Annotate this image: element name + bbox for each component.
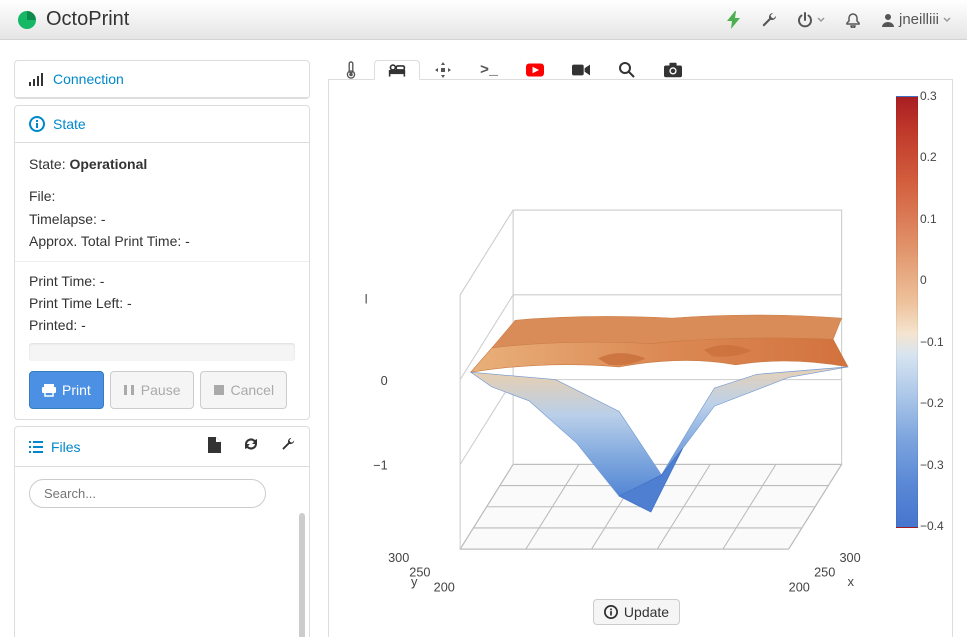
files-heading[interactable]: Files — [15, 427, 309, 467]
pause-icon — [123, 384, 135, 396]
tab-bar: >_ — [328, 60, 953, 80]
colorbar-tick: −0.2 — [920, 396, 944, 410]
sidebar: Connection State State: Operational File… — [14, 60, 310, 637]
colorbar-tick: −0.3 — [920, 458, 944, 472]
power-icon[interactable] — [797, 12, 825, 28]
printtime-value: - — [100, 273, 105, 289]
progress-bar — [29, 343, 295, 361]
tab-terminal[interactable]: >_ — [466, 60, 512, 79]
connection-panel: Connection — [14, 60, 310, 99]
tab-webcam[interactable] — [558, 60, 604, 79]
cancel-button[interactable]: Cancel — [200, 371, 288, 409]
colorbar-tick: −0.1 — [920, 335, 944, 349]
connection-heading[interactable]: Connection — [15, 61, 309, 98]
colorbar-tick: −0.4 — [920, 519, 944, 533]
ytick-150: 150 — [458, 592, 479, 593]
update-button[interactable]: Update — [593, 599, 680, 625]
state-value: Operational — [69, 156, 147, 172]
state-link[interactable]: State — [53, 116, 86, 132]
tab-bed-visualizer[interactable] — [374, 60, 420, 80]
scrollbar[interactable] — [299, 513, 305, 637]
user-icon — [881, 13, 895, 27]
wrench-icon[interactable] — [281, 437, 295, 456]
ylabel-text: y — [411, 574, 418, 589]
tab-gcode-viewer[interactable] — [604, 60, 650, 79]
username: jneilliii — [899, 11, 939, 28]
tab-timelapse[interactable] — [650, 60, 696, 79]
user-menu[interactable]: jneilliii — [881, 11, 951, 28]
ytick-200: 200 — [434, 580, 455, 593]
xtick-200: 200 — [789, 580, 810, 593]
colorbar-tick: 0.3 — [920, 89, 937, 103]
xtick-300: 300 — [839, 550, 860, 565]
print-icon — [42, 383, 56, 397]
pause-button[interactable]: Pause — [110, 371, 194, 409]
files-body — [15, 467, 309, 637]
bell-icon[interactable] — [845, 12, 861, 28]
colorbar-tick: 0.2 — [920, 150, 937, 164]
navbar: OctoPrint jneilliii — [0, 0, 967, 40]
state-panel: State State: Operational File: Timelapse… — [14, 105, 310, 420]
main: >_ — [328, 60, 953, 637]
xtick-250: 250 — [814, 565, 835, 580]
z-tick-neg1: −1 — [373, 458, 387, 473]
tab-control[interactable] — [420, 60, 466, 79]
chart-area: 0 −1 l 300 250 200 150 150 x 300 250 200 — [328, 80, 953, 637]
xtick-150: 150 — [763, 590, 784, 593]
file-icon[interactable] — [208, 437, 221, 456]
printleft-value: - — [127, 295, 132, 311]
search-input[interactable] — [29, 479, 266, 508]
approx-value: - — [185, 233, 190, 249]
colorbar: 0.30.20.10−0.1−0.2−0.3−0.4 — [896, 96, 940, 526]
z-label-top: l — [365, 291, 368, 306]
tab-temperature[interactable] — [328, 60, 374, 79]
colorbar-tick: 0 — [920, 273, 927, 287]
connection-bolt-icon[interactable] — [727, 11, 741, 29]
xlabel-text: x — [848, 574, 855, 589]
ytick-300: 300 — [388, 550, 409, 565]
info-icon — [604, 605, 618, 619]
state-body: State: Operational File: Timelapse: - Ap… — [15, 143, 309, 419]
print-button[interactable]: Print — [29, 371, 104, 409]
tab-youtube[interactable] — [512, 60, 558, 79]
approx-label: Approx. Total Print Time: — [29, 233, 181, 249]
connection-link[interactable]: Connection — [53, 71, 124, 87]
refresh-icon[interactable] — [243, 437, 259, 456]
colorbar-tick: 0.1 — [920, 212, 937, 226]
list-icon — [29, 441, 43, 453]
z-tick-0: 0 — [381, 373, 388, 388]
logo-icon — [16, 9, 38, 31]
printleft-label: Print Time Left: — [29, 295, 123, 311]
printtime-label: Print Time: — [29, 273, 96, 289]
surface-plot[interactable]: 0 −1 l 300 250 200 150 150 x 300 250 200 — [333, 92, 884, 593]
printed-value: - — [81, 317, 86, 333]
file-label: File: — [29, 188, 55, 204]
files-panel: Files — [14, 426, 310, 637]
brand-text: OctoPrint — [46, 8, 129, 31]
signal-icon — [29, 72, 45, 86]
state-heading[interactable]: State — [15, 106, 309, 143]
files-link[interactable]: Files — [51, 439, 81, 455]
wrench-icon[interactable] — [761, 12, 777, 28]
timelapse-label: Timelapse: — [29, 211, 97, 227]
state-label: State: — [29, 156, 66, 172]
info-icon — [29, 116, 45, 132]
stop-icon — [213, 384, 225, 396]
printed-label: Printed: — [29, 317, 77, 333]
brand[interactable]: OctoPrint — [16, 8, 129, 31]
chevron-down-icon — [943, 16, 951, 24]
timelapse-value: - — [101, 211, 106, 227]
